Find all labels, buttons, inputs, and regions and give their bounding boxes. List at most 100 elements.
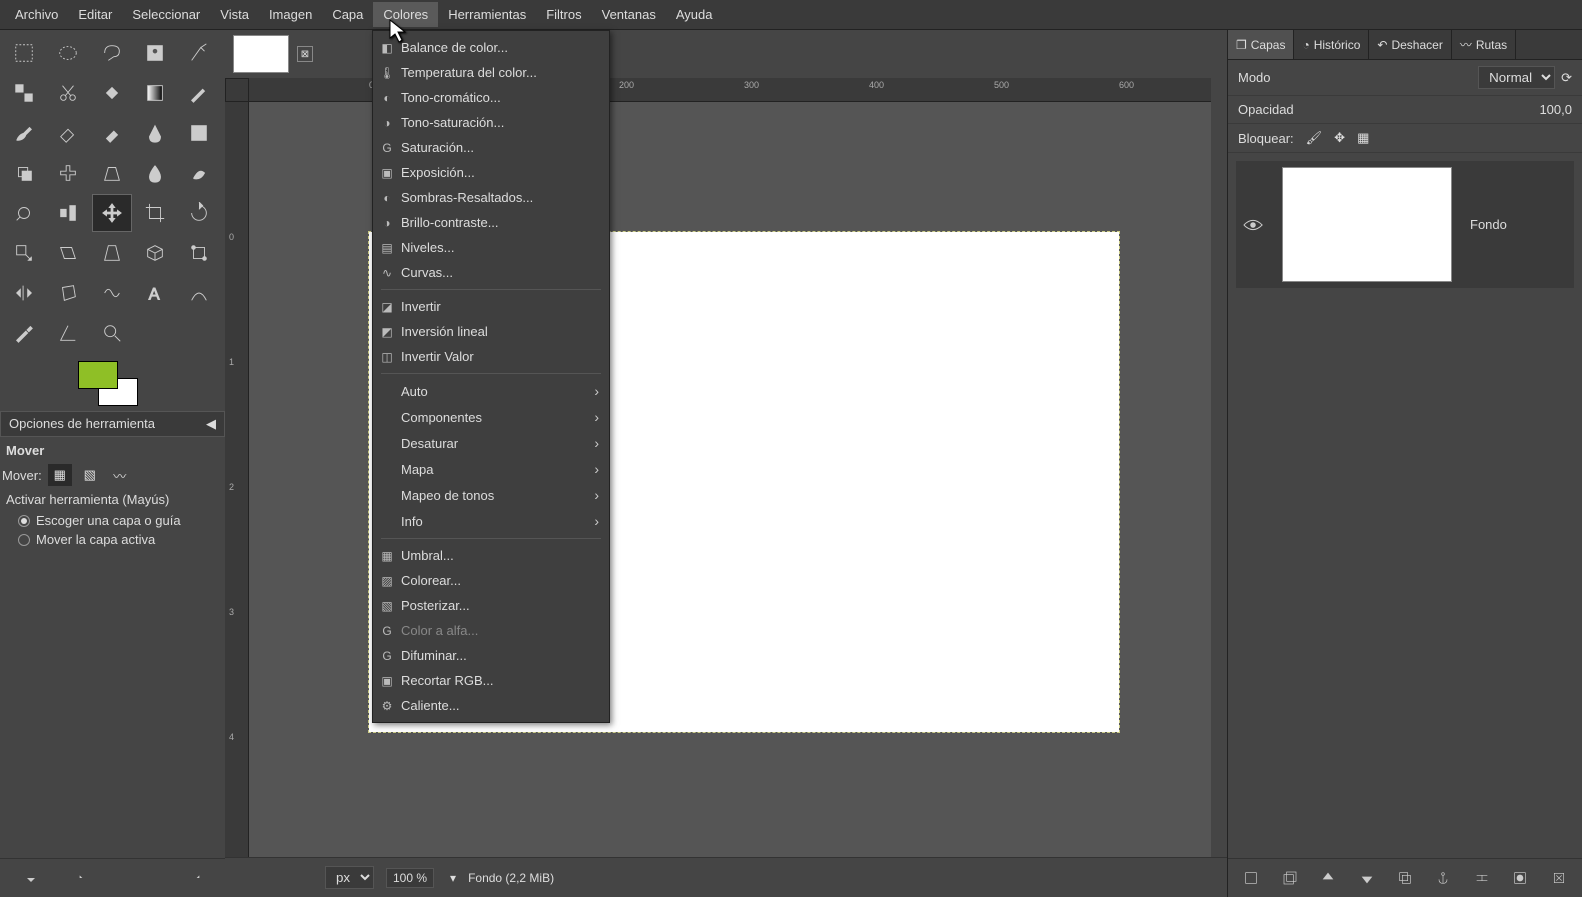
new-group-icon[interactable] <box>1279 867 1301 889</box>
tool-airbrush[interactable] <box>92 114 132 152</box>
lock-alpha-icon[interactable]: ▦ <box>1357 130 1369 146</box>
move-mode-path-icon[interactable]: 〰 <box>108 464 132 486</box>
tool-align[interactable] <box>48 194 88 232</box>
mi-caliente[interactable]: ⚙Caliente... <box>373 693 609 718</box>
mi-niveles[interactable]: ▤Niveles... <box>373 235 609 260</box>
tool-warp[interactable] <box>92 274 132 312</box>
menu-ventanas[interactable]: Ventanas <box>592 2 666 27</box>
tool-bucket[interactable] <box>92 74 132 112</box>
tool-handle[interactable] <box>179 234 219 272</box>
mi-sombras[interactable]: ◐Sombras-Resaltados... <box>373 185 609 210</box>
image-tab-close[interactable]: ⊠ <box>297 46 313 62</box>
mi-brillo-contraste[interactable]: ◑Brillo-contraste... <box>373 210 609 235</box>
raise-layer-icon[interactable] <box>1317 867 1339 889</box>
mi-balance-color[interactable]: ◧Balance de color... <box>373 35 609 60</box>
mi-exposicion[interactable]: ▣Exposición... <box>373 160 609 185</box>
mi-colorear[interactable]: ▨Colorear... <box>373 568 609 593</box>
switch-icon[interactable]: ⟳ <box>1561 70 1572 86</box>
menu-imagen[interactable]: Imagen <box>259 2 322 27</box>
tool-by-color[interactable] <box>4 74 44 112</box>
mi-componentes[interactable]: Componentes› <box>373 404 609 430</box>
lock-paint-icon[interactable]: 🖌 <box>1306 130 1323 146</box>
radio-move-active[interactable] <box>18 534 30 546</box>
tool-zoom[interactable] <box>92 314 132 352</box>
tool-rect-select[interactable] <box>4 34 44 72</box>
mi-tono-cromatico[interactable]: ◐Tono-cromático... <box>373 85 609 110</box>
menu-colores[interactable]: Colores <box>373 2 438 27</box>
mi-posterizar[interactable]: ▧Posterizar... <box>373 593 609 618</box>
unit-select[interactable]: px <box>325 866 374 889</box>
mi-auto[interactable]: Auto› <box>373 378 609 404</box>
zoom-level[interactable]: 100 % <box>386 868 434 888</box>
tool-brush[interactable] <box>4 114 44 152</box>
mi-curvas[interactable]: ∿Curvas... <box>373 260 609 285</box>
tool-perspective[interactable] <box>92 234 132 272</box>
tool-pencil[interactable] <box>179 74 219 112</box>
delete-layer-icon[interactable] <box>1548 867 1570 889</box>
save-options-icon[interactable] <box>20 867 42 889</box>
mi-recortar-rgb[interactable]: ▣Recortar RGB... <box>373 668 609 693</box>
tool-scissors[interactable] <box>48 74 88 112</box>
menu-archivo[interactable]: Archivo <box>5 2 68 27</box>
ruler-vertical[interactable]: 0 1 2 3 4 <box>225 102 249 857</box>
tool-eraser[interactable] <box>48 114 88 152</box>
radio-pick-layer[interactable] <box>18 515 30 527</box>
tool-3dtransform[interactable] <box>135 234 175 272</box>
mi-invertir[interactable]: ◪Invertir <box>373 294 609 319</box>
restore-options-icon[interactable] <box>74 867 96 889</box>
ruler-corner[interactable] <box>225 78 249 102</box>
tool-measure[interactable] <box>48 314 88 352</box>
mi-desaturar[interactable]: Desaturar› <box>373 430 609 456</box>
tool-move[interactable] <box>92 194 132 232</box>
tool-fuzzy-select[interactable] <box>179 34 219 72</box>
mode-select[interactable]: Normal <box>1478 66 1555 89</box>
duplicate-layer-icon[interactable] <box>1394 867 1416 889</box>
visibility-icon[interactable] <box>1242 214 1264 236</box>
layer-name[interactable]: Fondo <box>1470 217 1507 232</box>
layer-row[interactable]: Fondo <box>1236 161 1574 288</box>
tool-shear[interactable] <box>48 234 88 272</box>
tool-flip[interactable] <box>4 274 44 312</box>
delete-options-icon[interactable] <box>129 867 151 889</box>
menu-ayuda[interactable]: Ayuda <box>666 2 723 27</box>
tool-lasso[interactable] <box>92 34 132 72</box>
tool-mypaint[interactable] <box>179 114 219 152</box>
tab-historico[interactable]: ◔ Histórico <box>1294 30 1369 59</box>
tool-gradient[interactable] <box>135 74 175 112</box>
new-layer-icon[interactable] <box>1240 867 1262 889</box>
menu-herramientas[interactable]: Herramientas <box>438 2 536 27</box>
tool-crop[interactable] <box>135 194 175 232</box>
menu-editar[interactable]: Editar <box>68 2 122 27</box>
tab-capas[interactable]: ❐ Capas <box>1228 30 1294 59</box>
mask-layer-icon[interactable] <box>1509 867 1531 889</box>
mi-mapa[interactable]: Mapa› <box>373 456 609 482</box>
mi-difuminar[interactable]: GDifuminar... <box>373 643 609 668</box>
color-swatch[interactable] <box>0 356 225 411</box>
opacity-value[interactable]: 100,0 <box>1539 102 1572 117</box>
menu-filtros[interactable]: Filtros <box>536 2 591 27</box>
menu-vista[interactable]: Vista <box>210 2 259 27</box>
detach-icon[interactable]: ◀ <box>206 416 216 432</box>
move-mode-layer-icon[interactable]: ▦ <box>48 464 72 486</box>
mi-inversion-lineal[interactable]: ◩Inversión lineal <box>373 319 609 344</box>
reset-options-icon[interactable] <box>183 867 205 889</box>
tool-dodge[interactable] <box>4 194 44 232</box>
tool-picker[interactable] <box>4 314 44 352</box>
tool-smudge[interactable] <box>179 154 219 192</box>
tool-foreground-select[interactable] <box>135 34 175 72</box>
lock-move-icon[interactable]: ✥ <box>1334 130 1345 146</box>
tool-path[interactable] <box>179 274 219 312</box>
mi-info[interactable]: Info› <box>373 508 609 534</box>
mi-temperatura[interactable]: 🌡Temperatura del color... <box>373 60 609 85</box>
merge-layer-icon[interactable] <box>1471 867 1493 889</box>
tool-ink[interactable] <box>135 114 175 152</box>
move-mode-selection-icon[interactable]: ▧ <box>78 464 102 486</box>
tool-rotate[interactable] <box>179 194 219 232</box>
mi-invertir-valor[interactable]: ◫Invertir Valor <box>373 344 609 369</box>
tool-text[interactable]: A <box>135 274 175 312</box>
tool-perspective-clone[interactable] <box>92 154 132 192</box>
tool-ellipse-select[interactable] <box>48 34 88 72</box>
tool-heal[interactable] <box>48 154 88 192</box>
menu-seleccionar[interactable]: Seleccionar <box>122 2 210 27</box>
menu-capa[interactable]: Capa <box>322 2 373 27</box>
